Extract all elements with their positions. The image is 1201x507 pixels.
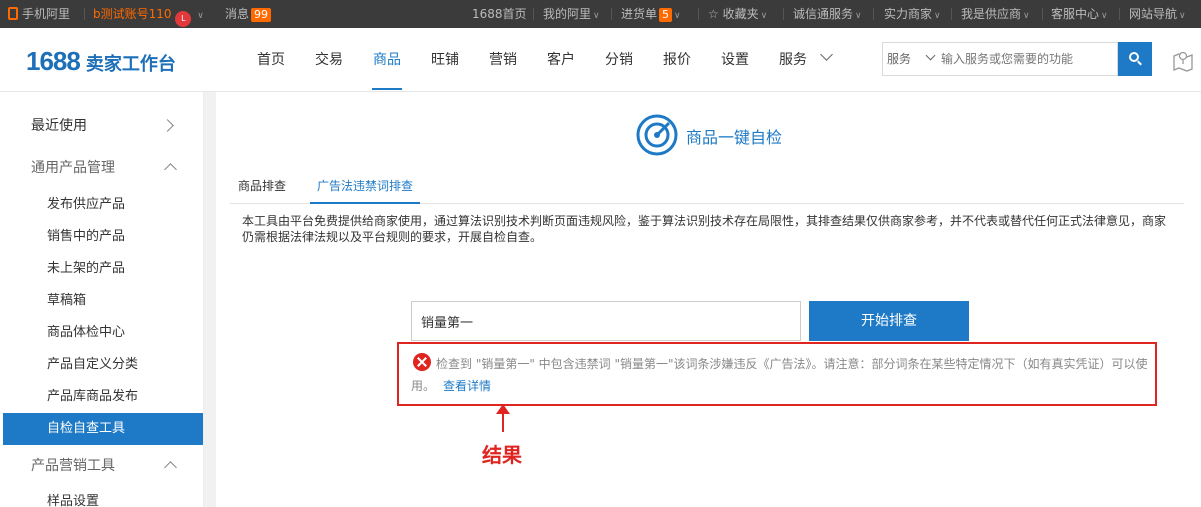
nav-home[interactable]: 首页 [257,28,285,92]
sidebar-recent[interactable]: 最近使用 [0,110,204,142]
chevron-up-icon [164,163,177,176]
main-content: 商品一键自检 商品排查 广告法违禁词排查 本工具由平台免费提供给商家使用，通过算… [216,92,1201,507]
divider [533,8,534,20]
messages-link[interactable]: 消息 99 [225,0,272,28]
start-check-button[interactable]: 开始排查 [809,301,969,341]
nav-marketing[interactable]: 营销 [489,28,517,92]
nav-trade[interactable]: 交易 [315,28,343,92]
service-center-menu[interactable]: 客服中心 ∨ [1051,0,1108,28]
nav-customers[interactable]: 客户 [547,28,575,92]
divider [783,8,784,20]
nav-more-chevron-down-icon[interactable] [820,48,833,61]
chevron-down-icon: ∨ [1179,11,1186,21]
sidebar-item-library-publish[interactable]: 产品库商品发布 [0,381,204,413]
nav-quotes[interactable]: 报价 [663,28,691,92]
chevron-right-icon [161,119,174,132]
tab-bar: 商品排查 广告法违禁词排查 [230,170,1184,204]
logo[interactable]: 1688 卖家工作台 [26,46,176,76]
arrow-line [502,410,504,432]
tab-product-check[interactable]: 商品排查 [238,170,286,204]
sidebar-group-product-marketing[interactable]: 产品营销工具 [0,450,204,482]
top-bar: 手机阿里 b测试账号110 L ∨ 消息 99 1688首页 我的阿里 ∨ 进货单 5… [0,0,1201,28]
phone-icon [8,7,18,20]
nav-distribution[interactable]: 分销 [605,28,633,92]
chevron-down-icon: ∨ [1023,11,1030,21]
sidebar-item-health-check[interactable]: 商品体检中心 [0,317,204,349]
purchase-list-menu[interactable]: 进货单 5 ∨ [621,0,681,28]
site-nav-menu[interactable]: 网站导航 ∨ [1129,0,1186,28]
sidebar-item-publish-product[interactable]: 发布供应产品 [0,189,204,221]
mobile-ali-link[interactable]: 手机阿里 [8,0,70,28]
nav-products[interactable]: 商品 [373,28,401,92]
divider [84,8,85,20]
sidebar-item-unlisted[interactable]: 未上架的产品 [0,253,204,285]
keyword-input[interactable] [411,301,801,341]
result-message: 检查到 "销量第一" 中包含违禁词 "销量第一"该词条涉嫌违反《广告法》。请注意… [411,353,1151,397]
divider [611,8,612,20]
sidebar: 最近使用 通用产品管理 发布供应产品 销售中的产品 未上架的产品 草稿箱 商品体… [0,92,204,507]
page-title: 商品一键自检 [686,128,783,147]
search-input[interactable] [941,43,1117,75]
divider [1119,8,1120,20]
sidebar-item-self-check-tool[interactable]: 自检自查工具 [3,413,203,445]
purchase-count-badge: 5 [659,8,673,22]
sidebar-item-custom-category[interactable]: 产品自定义分类 [0,349,204,381]
chevron-down-icon: ∨ [674,11,681,21]
nav-settings[interactable]: 设置 [721,28,749,92]
chevron-down-icon: ∨ [197,11,204,21]
view-details-link[interactable]: 查看详情 [443,379,491,393]
header: 1688 卖家工作台 首页 交易 商品 旺铺 营销 客户 分销 报价 设置 服务 … [0,28,1201,92]
nav-services[interactable]: 服务 [779,28,807,92]
my-ali-menu[interactable]: 我的阿里 ∨ [543,0,600,28]
search-icon-handle [1137,60,1142,66]
divider [873,8,874,20]
avatar: L [175,11,192,27]
map-pin-icon[interactable] [1172,48,1194,72]
chevron-down-icon: ∨ [760,11,768,21]
chevron-down-icon[interactable] [925,50,936,61]
divider [698,8,699,20]
star-icon: ☆ [708,7,719,21]
sidebar-group-general-products[interactable]: 通用产品管理 [0,152,204,184]
result-text: 检查到 "销量第一" 中包含违禁词 "销量第一"该词条涉嫌违反《广告法》。请注意… [411,357,1148,393]
radar-check-icon [636,114,678,156]
logo-text: 卖家工作台 [85,54,176,75]
search-button[interactable] [1118,42,1152,76]
chevron-up-icon [164,461,177,474]
supplier-menu[interactable]: 我是供应商 ∨ [961,0,1030,28]
sidebar-item-sample-settings[interactable]: 样品设置 [0,486,204,507]
search-category-select[interactable]: 服务 [887,43,911,75]
chevron-down-icon: ∨ [934,11,941,21]
tab-ad-law-words[interactable]: 广告法违禁词排查 [310,170,421,204]
divider [951,8,952,20]
divider [1042,8,1043,20]
chevron-down-icon: ∨ [593,11,600,21]
strength-merchant-menu[interactable]: 实力商家 ∨ [884,0,941,28]
active-nav-underline [372,88,402,90]
account-menu[interactable]: b测试账号110 L ∨ [93,0,204,28]
chevron-down-icon: ∨ [855,11,862,21]
message-count-badge: 99 [251,8,272,22]
search-box: 服务 [882,42,1118,76]
chengxin-service-menu[interactable]: 诚信通服务 ∨ [793,0,862,28]
favorites-menu[interactable]: ☆ 收藏夹 ∨ [708,0,767,28]
sidebar-item-on-sale[interactable]: 销售中的产品 [0,221,204,253]
tool-description: 本工具由平台免费提供给商家使用，通过算法识别技术判断页面违规风险，鉴于算法识别技… [242,214,1167,244]
result-box: 检查到 "销量第一" 中包含违禁词 "销量第一"该词条涉嫌违反《广告法》。请注意… [397,342,1157,406]
home-1688-link[interactable]: 1688首页 [472,0,527,28]
result-annotation: 结果 [482,443,522,467]
logo-number: 1688 [26,46,81,76]
chevron-down-icon: ∨ [1101,11,1108,21]
sidebar-item-drafts[interactable]: 草稿箱 [0,285,204,317]
nav-shop[interactable]: 旺铺 [431,28,459,92]
account-name: b测试账号110 [93,7,172,21]
